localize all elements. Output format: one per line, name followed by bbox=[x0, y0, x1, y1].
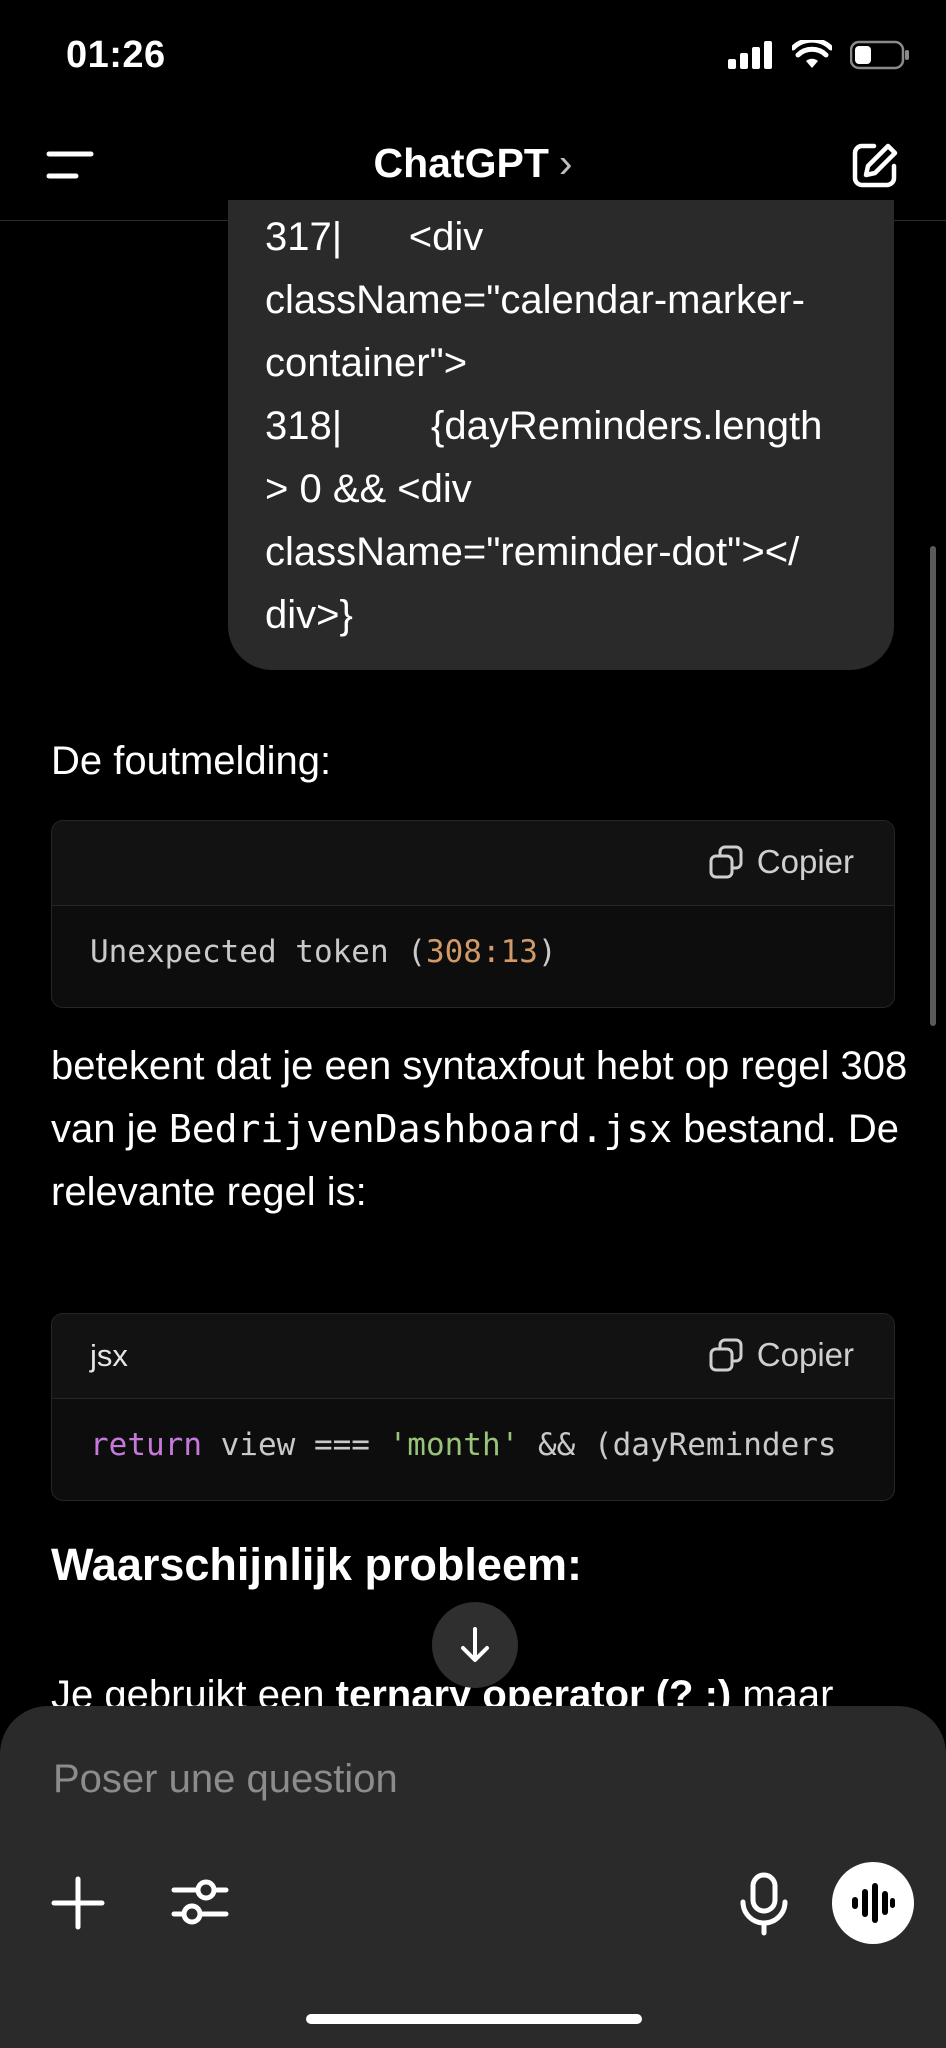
wifi-icon bbox=[792, 40, 832, 68]
copy-code-button[interactable]: Copier bbox=[709, 843, 854, 881]
code-text: view === bbox=[201, 1427, 389, 1463]
code-line: Unexpected token (308:13) bbox=[90, 934, 557, 970]
status-time: 01:26 bbox=[66, 34, 166, 76]
voice-wave-icon bbox=[852, 1883, 895, 1923]
code-number: 308:13 bbox=[425, 934, 538, 970]
dictation-button[interactable] bbox=[736, 1872, 792, 1936]
scroll-to-bottom-button[interactable] bbox=[432, 1602, 518, 1688]
copy-label: Copier bbox=[756, 843, 854, 880]
status-icons bbox=[728, 40, 910, 70]
copy-icon bbox=[709, 1338, 743, 1372]
chat-title: ChatGPT bbox=[373, 140, 549, 186]
code-text: ) bbox=[537, 934, 557, 970]
add-attachment-button[interactable] bbox=[50, 1875, 106, 1931]
voice-mode-button[interactable] bbox=[832, 1862, 914, 1944]
code-line: return view === 'month' && (dayReminders bbox=[90, 1427, 837, 1463]
assistant-paragraph: betekent dat je een syntaxfout hebt op r… bbox=[51, 1035, 911, 1224]
arrow-down-icon bbox=[461, 1627, 489, 1662]
home-indicator bbox=[306, 2014, 642, 2024]
code-block-error: Copier Unexpected token (308:13) bbox=[51, 820, 895, 1008]
inline-code-filename: BedrijvenDashboard.jsx bbox=[168, 1107, 673, 1151]
assistant-intro-text: De foutmelding: bbox=[51, 739, 332, 783]
code-keyword: return bbox=[90, 1427, 202, 1463]
code-text: Unexpected token ( bbox=[90, 934, 426, 970]
code-block-body: Unexpected token (308:13) bbox=[52, 906, 894, 1006]
code-block-header: Copier bbox=[52, 821, 894, 906]
copy-label: Copier bbox=[756, 1336, 854, 1373]
code-language-label: jsx bbox=[90, 1338, 128, 1373]
tools-button[interactable] bbox=[170, 1872, 230, 1932]
user-message-text: 317| <div className="calendar-marker- co… bbox=[265, 215, 823, 637]
code-block-header: jsx Copier bbox=[52, 1314, 894, 1399]
copy-icon bbox=[709, 845, 743, 879]
copy-code-button[interactable]: Copier bbox=[709, 1336, 854, 1374]
sliders-icon bbox=[171, 1879, 229, 1925]
new-chat-button[interactable] bbox=[850, 140, 900, 190]
code-text: && (dayReminders bbox=[519, 1427, 837, 1463]
code-block-body[interactable]: return view === 'month' && (dayReminders bbox=[52, 1399, 894, 1499]
chat-title-button[interactable]: ChatGPT › bbox=[0, 140, 946, 187]
scrollbar[interactable] bbox=[930, 546, 936, 1026]
edit-icon bbox=[852, 143, 898, 188]
message-input[interactable] bbox=[51, 1756, 875, 1803]
section-heading: Waarschijnlijk probleem: bbox=[51, 1539, 582, 1590]
plus-icon bbox=[51, 1876, 105, 1930]
chevron-right-icon: › bbox=[558, 140, 573, 186]
code-string: 'month' bbox=[388, 1427, 520, 1463]
code-block-jsx: jsx Copier return view === 'month' && (d… bbox=[51, 1313, 895, 1501]
microphone-icon bbox=[740, 1872, 788, 1936]
battery-icon bbox=[850, 40, 909, 70]
signal-icon bbox=[728, 41, 772, 69]
